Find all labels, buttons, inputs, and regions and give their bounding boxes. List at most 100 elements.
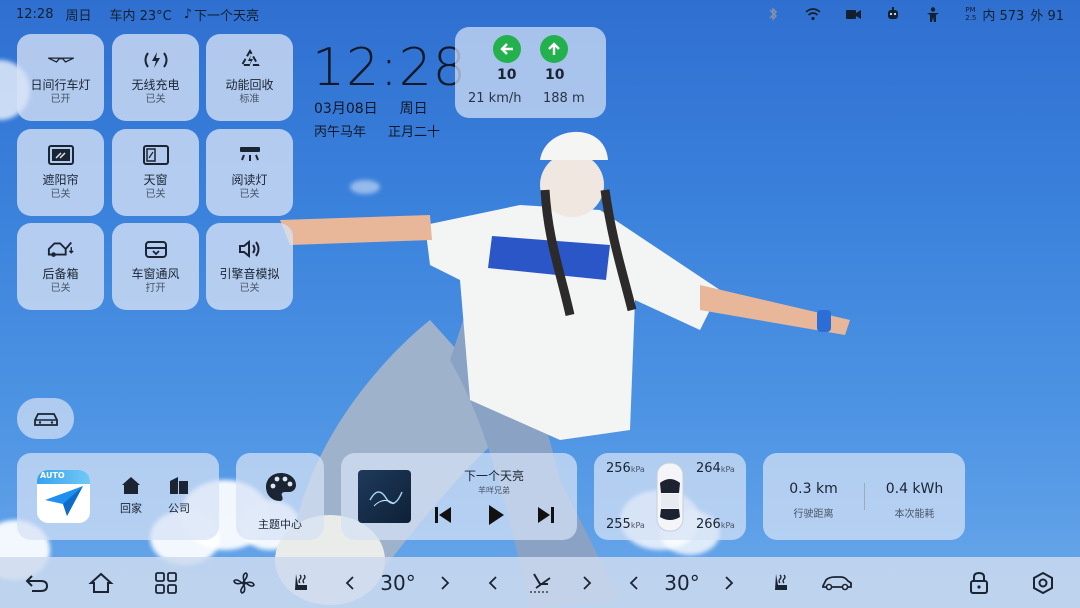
tile-state: 已关 <box>145 94 166 105</box>
settings-button[interactable] <box>1029 557 1057 608</box>
passenger-seat-heat-button[interactable] <box>767 557 793 608</box>
nav-apps-card: AUTO 回家 公司 <box>17 453 219 540</box>
driver-seat-heat-button[interactable] <box>287 557 313 608</box>
tile-reading-light[interactable]: 阅读灯 已关 <box>206 129 293 216</box>
left-temp-value: 30° <box>380 570 416 595</box>
company-icon <box>165 475 193 495</box>
tile-wireless-charging[interactable]: 无线充电 已关 <box>112 34 199 121</box>
palette-icon <box>264 471 298 503</box>
tile-trunk[interactable]: 后备箱 已关 <box>17 223 104 310</box>
apps-grid-button[interactable] <box>151 557 181 608</box>
robot-assistant-icon[interactable] <box>885 6 901 22</box>
tile-window-vent[interactable]: 车窗通风 打开 <box>112 223 199 310</box>
car-view-button[interactable] <box>17 398 74 439</box>
home-icon <box>117 475 145 495</box>
back-icon <box>24 573 50 593</box>
play-button[interactable] <box>486 504 506 526</box>
reading-light-icon <box>236 143 264 167</box>
seatbelt-passenger-icon <box>925 6 941 22</box>
right-temp-decrease[interactable] <box>624 557 644 608</box>
tile-state: 打开 <box>145 283 166 294</box>
airflow-mode-button[interactable] <box>524 557 556 608</box>
sunroof-icon <box>142 143 170 167</box>
sunshade-icon <box>47 143 75 167</box>
tile-sunroof[interactable]: 天窗 已关 <box>112 129 199 216</box>
right-temp-increase[interactable] <box>719 557 739 608</box>
status-time: 12:28 <box>16 6 54 22</box>
tile-state: 已关 <box>239 189 260 200</box>
home-dock-button[interactable] <box>86 557 116 608</box>
nav-distance: 188 m <box>543 91 585 106</box>
pm25-outside: 外 91 <box>1030 8 1064 24</box>
nav-guidance-card[interactable]: 10 10 21 km/h 188 m <box>455 27 606 118</box>
tire-rear-right: 266kPa <box>696 517 735 532</box>
tile-label: 动能回收 <box>225 78 274 92</box>
tile-energy-recovery[interactable]: 动能回收 标准 <box>206 34 293 121</box>
status-now-playing: 下一个天亮 <box>194 8 260 24</box>
tire-rear-right-value: 266 <box>696 517 721 532</box>
tile-label: 无线充电 <box>131 78 180 92</box>
engine-sound-icon <box>236 237 264 261</box>
tile-sunshade[interactable]: 遮阳帘 已关 <box>17 129 104 216</box>
previous-track-button[interactable] <box>433 505 453 525</box>
energy-recovery-icon <box>236 48 264 72</box>
wifi-icon[interactable] <box>805 6 821 22</box>
music-player-card[interactable]: 下一个天亮 羊咩兄弟 <box>341 453 577 540</box>
next-track-button[interactable] <box>536 505 556 525</box>
trip-energy: 0.4 kWh 本次能耗 <box>864 481 965 520</box>
airflow-mode-icon <box>526 570 554 596</box>
nav-speed: 21 km/h <box>468 91 522 106</box>
nav-left-value: 10 <box>497 67 517 83</box>
trip-distance-label: 行驶距离 <box>793 509 834 520</box>
tile-engine-sound[interactable]: 引擎音模拟 已关 <box>206 223 293 310</box>
tile-label: 车窗通风 <box>131 267 180 281</box>
tire-unit: kPa <box>720 521 735 530</box>
lunar-day: 正月二十 <box>388 125 441 140</box>
hexagon-settings-icon <box>1031 571 1055 595</box>
album-cover[interactable] <box>358 470 411 523</box>
music-note-icon: ♪ <box>183 6 193 22</box>
status-bar: 12:28 周日 车内 23°C ♪ 下一个天亮 PM 2.5 内 573 外 … <box>0 0 1080 28</box>
tile-state: 已关 <box>50 189 71 200</box>
trunk-icon <box>47 237 75 261</box>
tile-daytime-running-lights[interactable]: 日间行车灯 已开 <box>17 34 104 121</box>
chevron-right-icon <box>724 575 734 591</box>
car-icon <box>32 410 60 428</box>
seat-heat-icon <box>289 571 311 595</box>
tire-rear-left-value: 255 <box>606 517 631 532</box>
tile-label: 天窗 <box>143 173 168 187</box>
theme-center-button[interactable]: 主题中心 <box>236 453 324 540</box>
pm25-label-bottom: 2.5 <box>965 14 977 22</box>
tire-front-left: 256kPa <box>606 461 645 476</box>
trip-energy-label: 本次能耗 <box>894 509 935 520</box>
right-temp-value: 30° <box>664 570 700 595</box>
apps-grid-icon <box>155 571 177 594</box>
date-row: 03月08日 周日 <box>314 98 428 118</box>
clock-time: 12:28 <box>312 38 467 98</box>
left-temp-increase[interactable] <box>435 557 455 608</box>
tire-pressure-card[interactable]: 256kPa 264kPa 255kPa 266kPa <box>594 453 746 540</box>
airflow-next-button[interactable] <box>577 557 597 608</box>
home-button[interactable]: 回家 <box>117 475 145 516</box>
tile-label: 引擎音模拟 <box>219 267 280 281</box>
dashcam-icon[interactable] <box>845 6 861 22</box>
trip-stats-card[interactable]: 0.3 km 行驶距离 0.4 kWh 本次能耗 <box>763 453 965 540</box>
vehicle-settings-button[interactable] <box>819 557 855 608</box>
trip-energy-value: 0.4 kWh <box>885 481 944 497</box>
song-artist: 羊咩兄弟 <box>478 486 510 495</box>
status-cabin-temp: 车内 23°C <box>109 8 172 24</box>
bluetooth-icon[interactable] <box>765 6 781 22</box>
car-topview-icon <box>654 461 686 533</box>
car-side-icon <box>821 574 853 592</box>
chevron-left-icon <box>488 575 498 591</box>
left-temp-decrease[interactable] <box>340 557 360 608</box>
company-button[interactable]: 公司 <box>165 475 193 516</box>
tire-unit: kPa <box>630 465 645 474</box>
back-button[interactable] <box>22 557 52 608</box>
amap-app-icon[interactable]: AUTO <box>37 470 90 523</box>
fan-button[interactable] <box>229 557 259 608</box>
fan-icon <box>232 571 256 595</box>
lock-button[interactable] <box>965 557 993 608</box>
status-weekday: 周日 <box>65 8 92 24</box>
airflow-prev-button[interactable] <box>483 557 503 608</box>
